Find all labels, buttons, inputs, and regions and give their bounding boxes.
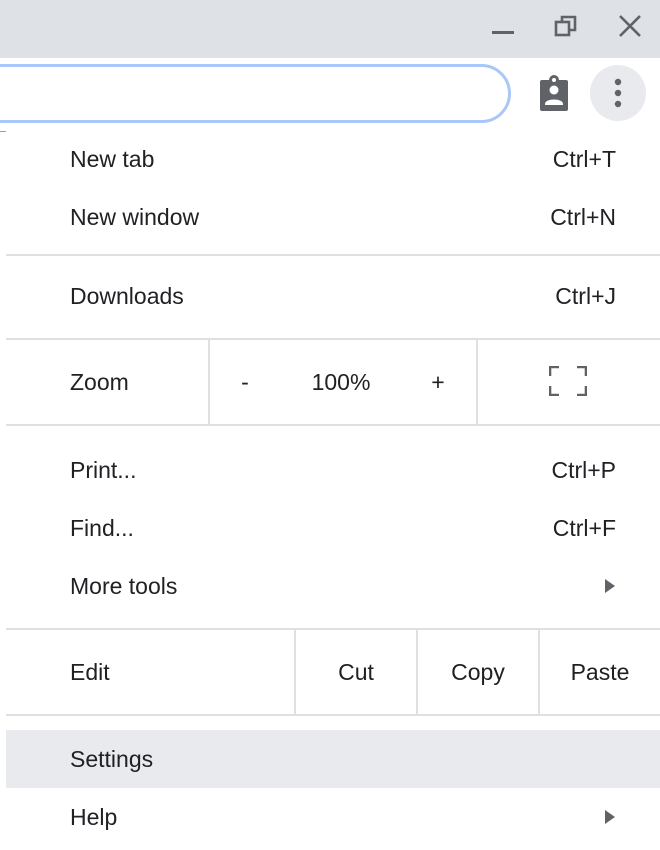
fullscreen-icon[interactable] bbox=[549, 366, 587, 396]
menu-item-settings[interactable]: Settings bbox=[6, 730, 660, 788]
submenu-arrow-icon bbox=[605, 810, 615, 824]
menu-item-print[interactable]: Print... Ctrl+P bbox=[6, 441, 660, 499]
zoom-in-button[interactable]: + bbox=[421, 340, 455, 424]
menu-item-downloads[interactable]: Downloads Ctrl+J bbox=[6, 267, 660, 325]
menu-item-label: Downloads bbox=[70, 283, 184, 309]
zoom-divider bbox=[476, 340, 478, 424]
edit-label: Edit bbox=[70, 659, 110, 685]
submenu-arrow-icon bbox=[605, 579, 615, 593]
menu-separator bbox=[6, 424, 660, 426]
clipboard-person-icon bbox=[540, 75, 568, 111]
toolbar bbox=[0, 58, 660, 130]
menu-item-new-window[interactable]: New window Ctrl+N bbox=[6, 188, 660, 246]
title-bar bbox=[0, 0, 660, 58]
clipboard-button[interactable] bbox=[526, 65, 582, 121]
minimize-button[interactable] bbox=[480, 6, 524, 46]
close-icon bbox=[619, 15, 641, 37]
app-menu: New tab Ctrl+T New window Ctrl+N Downloa… bbox=[6, 130, 660, 850]
menu-item-shortcut: Ctrl+T bbox=[552, 146, 616, 172]
menu-item-label: Help bbox=[70, 804, 118, 830]
paste-button[interactable]: Paste bbox=[540, 630, 660, 714]
zoom-label: Zoom bbox=[70, 369, 129, 395]
menu-separator bbox=[6, 254, 660, 256]
more-vert-icon bbox=[614, 78, 622, 108]
restore-button[interactable] bbox=[544, 6, 588, 46]
menu-item-shortcut: Ctrl+F bbox=[552, 515, 616, 541]
menu-item-shortcut: Ctrl+N bbox=[550, 204, 616, 230]
menu-button[interactable] bbox=[590, 65, 646, 121]
menu-item-label: Find... bbox=[70, 515, 134, 541]
copy-button[interactable]: Copy bbox=[418, 630, 538, 714]
menu-item-label: More tools bbox=[70, 573, 178, 599]
menu-item-new-tab[interactable]: New tab Ctrl+T bbox=[6, 130, 660, 188]
menu-item-shortcut: Ctrl+P bbox=[551, 457, 616, 483]
menu-item-label: New tab bbox=[70, 146, 155, 172]
zoom-level: 100% bbox=[311, 369, 371, 395]
menu-item-label: Settings bbox=[70, 746, 154, 772]
minimize-icon bbox=[492, 31, 514, 34]
zoom-divider bbox=[208, 340, 210, 424]
cut-button[interactable]: Cut bbox=[296, 630, 416, 714]
close-button[interactable] bbox=[608, 6, 652, 46]
menu-item-help[interactable]: Help bbox=[6, 788, 660, 846]
zoom-out-button[interactable]: - bbox=[228, 340, 262, 424]
menu-item-label: New window bbox=[70, 204, 200, 230]
menu-item-shortcut: Ctrl+J bbox=[555, 283, 616, 309]
menu-item-find[interactable]: Find... Ctrl+F bbox=[6, 499, 660, 557]
restore-icon bbox=[554, 15, 577, 37]
menu-item-label: Print... bbox=[70, 457, 137, 483]
address-bar[interactable] bbox=[0, 64, 511, 123]
menu-item-more-tools[interactable]: More tools bbox=[6, 557, 660, 615]
edit-row: Edit Cut Copy Paste bbox=[6, 630, 660, 714]
menu-separator bbox=[6, 714, 660, 716]
